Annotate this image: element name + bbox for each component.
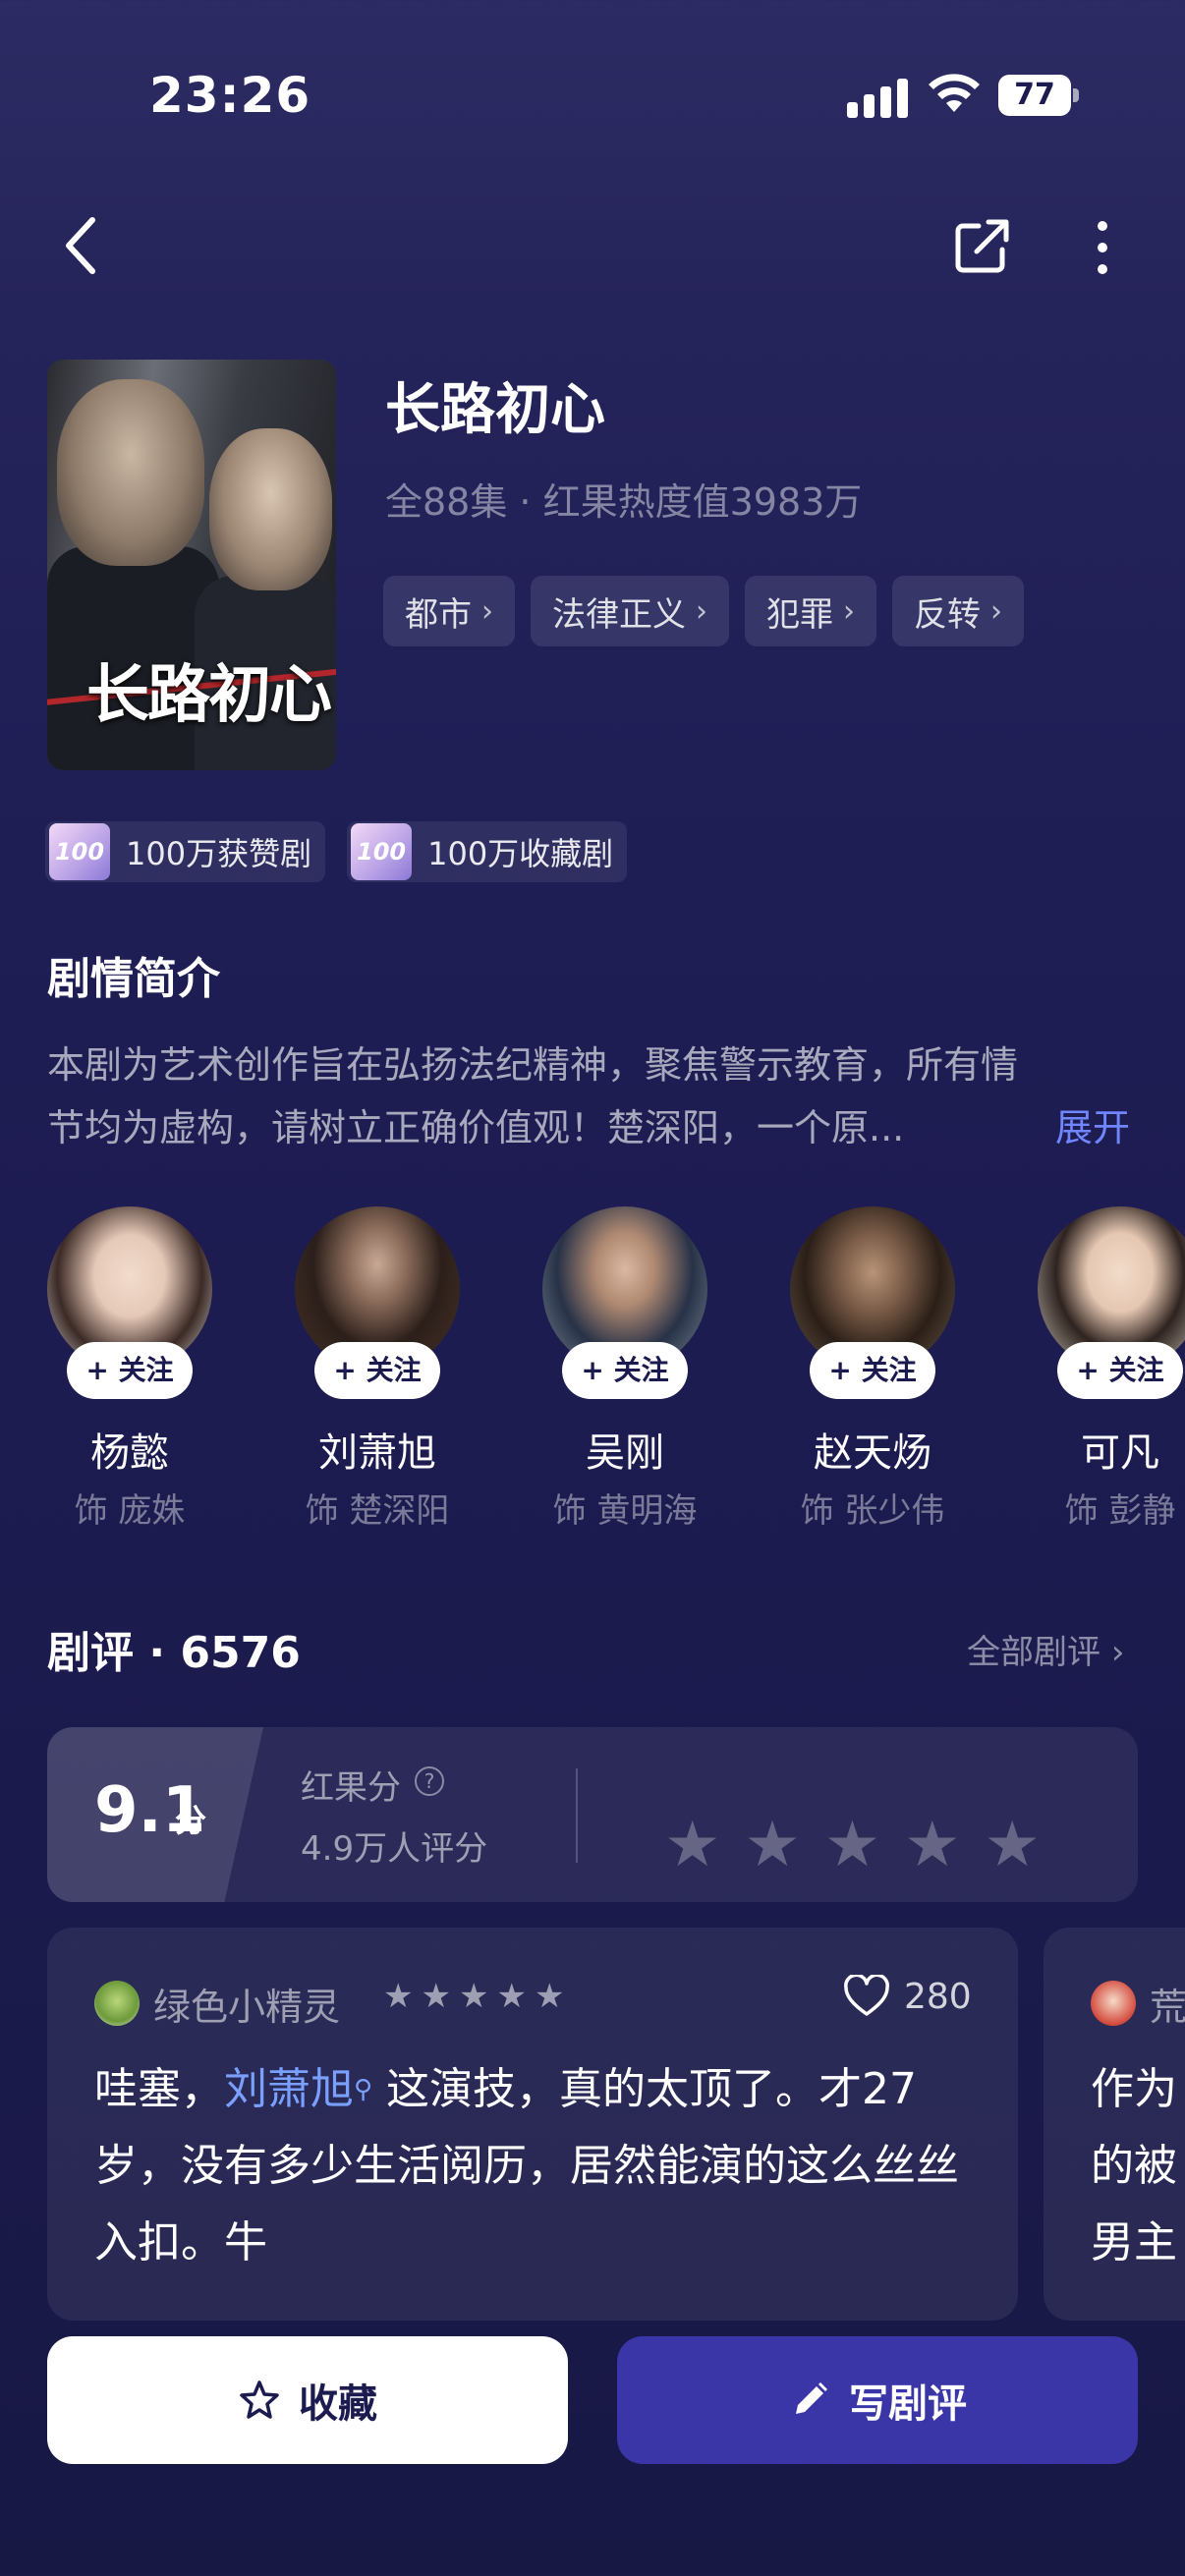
actor-role: 饰 庞姝	[74, 1491, 186, 1531]
pencil-icon	[796, 2382, 827, 2414]
avatar[interactable]	[94, 1981, 140, 2026]
status-time: 23:26	[149, 67, 311, 124]
review-text-part: 哇塞，	[94, 2064, 224, 2114]
tag-chip[interactable]: 都市 ›	[383, 576, 515, 646]
actor-name: 吴刚	[586, 1430, 664, 1476]
review-username[interactable]: 荒	[1150, 1977, 1185, 2031]
award-badge[interactable]: 100 100万收藏剧	[347, 821, 628, 882]
star-icon: ★	[496, 1977, 527, 2016]
help-icon[interactable]: ?	[415, 1766, 444, 1796]
star-icon: ★	[383, 1977, 414, 2016]
back-icon[interactable]	[57, 214, 108, 277]
divider	[576, 1768, 578, 1863]
chevron-right-icon: ›	[843, 593, 855, 629]
review-rating: ★ ★ ★ ★ ★	[383, 1977, 564, 2016]
hundred-badge-icon: 100	[49, 823, 110, 880]
review-text: 作为 的被 男主	[1091, 2064, 1177, 2268]
actor-role: 饰 彭静	[1064, 1491, 1176, 1531]
hundred-badge-icon: 100	[351, 823, 413, 880]
badge-list: 100 100万获赞剧 100 100万收藏剧	[45, 821, 628, 882]
chevron-right-icon: ›	[1110, 1633, 1125, 1672]
follow-button[interactable]: + 关注	[1057, 1342, 1183, 1399]
avatar[interactable]	[1091, 1981, 1136, 2026]
review-card[interactable]: 绿色小精灵 ★ ★ ★ ★ ★ 280 哇塞，刘萧旭⚲ 这演技，真的太顶了。才2…	[47, 1928, 1018, 2321]
tag-chip[interactable]: 法律正义 ›	[531, 576, 729, 646]
favorite-button[interactable]: 收藏	[47, 2336, 568, 2464]
review-username[interactable]: 绿色小精灵	[153, 1977, 340, 2031]
poster-title: 长路初心	[86, 658, 332, 732]
actor-role: 饰 黄明海	[552, 1491, 698, 1531]
tag-chip[interactable]: 犯罪 ›	[745, 576, 876, 646]
tag-label: 反转	[914, 594, 981, 635]
score-count: 4.9万人评分	[301, 1829, 488, 1869]
badge-label: 100万获赞剧	[126, 835, 312, 872]
star-icon[interactable]: ★	[985, 1814, 1041, 1876]
all-reviews-label: 全部剧评	[967, 1633, 1100, 1672]
tag-label: 犯罪	[766, 594, 833, 635]
follow-button[interactable]: + 关注	[314, 1342, 440, 1399]
wifi-icon	[929, 74, 980, 112]
all-reviews-link[interactable]: 全部剧评 ›	[967, 1625, 1124, 1673]
star-icon: ★	[534, 1977, 565, 2016]
chevron-right-icon: ›	[696, 593, 707, 629]
score-label: 红果分	[301, 1768, 401, 1808]
rate-stars: ★ ★ ★ ★ ★	[664, 1814, 1041, 1876]
star-icon: ★	[421, 1977, 451, 2016]
show-poster[interactable]: 长路初心	[47, 360, 336, 770]
reviews-title: 剧评 · 6576	[47, 1628, 301, 1678]
score-unit: 分	[175, 1802, 207, 1839]
cast-list: + 关注 杨懿 饰 庞姝 + 关注 刘萧旭 饰 楚深阳 + 关注 吴刚 饰 黄明…	[0, 1206, 1185, 1540]
cellular-signal-icon	[847, 79, 908, 118]
star-icon[interactable]: ★	[904, 1814, 960, 1876]
share-icon[interactable]	[953, 218, 1012, 275]
synopsis-text: 本剧为艺术创作旨在弘扬法纪精神，聚焦警示教育，所有情 节均为虚构，请树立正确价值…	[47, 1034, 1138, 1159]
actor-mention-link[interactable]: 刘萧旭	[224, 2064, 354, 2114]
more-icon[interactable]	[1081, 218, 1124, 277]
synopsis-line: 本剧为艺术创作旨在弘扬法纪精神，聚焦警示教育，所有情	[47, 1043, 1019, 1087]
chevron-right-icon: ›	[990, 593, 1002, 629]
expand-link[interactable]: 展开	[1055, 1096, 1130, 1159]
tag-chip[interactable]: 反转 ›	[892, 576, 1024, 646]
review-card[interactable]: 荒 作为 的被 男主	[1044, 1928, 1185, 2321]
battery-icon: 77	[998, 75, 1079, 116]
favorite-label: 收藏	[299, 2381, 377, 2427]
actor-role: 饰 楚深阳	[305, 1491, 450, 1531]
search-icon: ⚲	[354, 2075, 373, 2104]
write-review-button[interactable]: 写剧评	[617, 2336, 1138, 2464]
star-icon[interactable]: ★	[664, 1814, 720, 1876]
actor-name: 刘萧旭	[318, 1430, 436, 1476]
battery-level: 77	[1014, 78, 1055, 112]
star-icon[interactable]: ★	[744, 1814, 800, 1876]
synopsis-line: 节均为虚构，请树立正确价值观！楚深阳，一个原...	[47, 1106, 905, 1149]
star-icon: ★	[458, 1977, 489, 2016]
synopsis-title: 剧情简介	[47, 954, 220, 1004]
show-title: 长路初心	[385, 378, 605, 442]
tag-label: 法律正义	[552, 594, 686, 635]
follow-button[interactable]: + 关注	[810, 1342, 935, 1399]
star-icon[interactable]: ★	[824, 1814, 880, 1876]
award-badge[interactable]: 100 100万获赞剧	[45, 821, 326, 882]
like-count: 280	[904, 1977, 972, 2017]
chevron-right-icon: ›	[481, 593, 493, 629]
follow-button[interactable]: + 关注	[67, 1342, 193, 1399]
actor-role: 饰 张少伟	[800, 1491, 945, 1531]
rating-card[interactable]: 9.1 分 红果分 ? 4.9万人评分 ★ ★ ★ ★ ★	[47, 1727, 1138, 1902]
tag-label: 都市	[405, 594, 472, 635]
badge-label: 100万收藏剧	[427, 835, 614, 872]
follow-button[interactable]: + 关注	[562, 1342, 688, 1399]
write-review-label: 写剧评	[849, 2381, 967, 2427]
actor-name: 可凡	[1081, 1430, 1159, 1476]
heart-icon[interactable]	[843, 1975, 890, 2018]
show-meta: 全88集 · 红果热度值3983万	[385, 480, 863, 524]
review-text: 哇塞，刘萧旭⚲ 这演技，真的太顶了。才27岁，没有多少生活阅历，居然能演的这么丝…	[94, 2051, 979, 2281]
actor-name: 赵天炀	[814, 1430, 931, 1476]
actor-name: 杨懿	[90, 1430, 169, 1476]
star-outline-icon	[240, 2380, 279, 2419]
tag-list: 都市 › 法律正义 › 犯罪 › 反转 ›	[383, 576, 1024, 646]
